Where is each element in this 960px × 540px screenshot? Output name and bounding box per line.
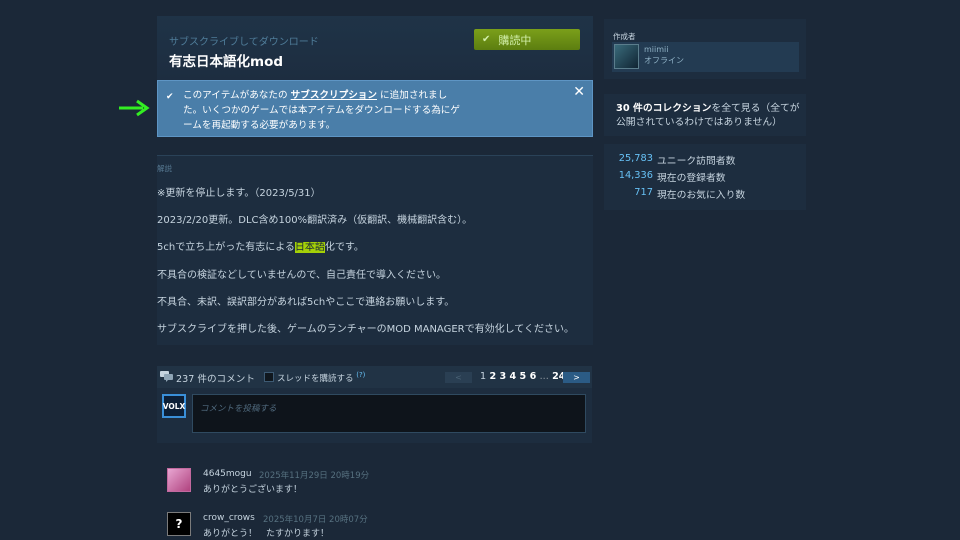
stat-label: ユニーク訪問者数 bbox=[657, 156, 736, 167]
comment-text: ありがとう！ たすかります！ bbox=[203, 529, 330, 539]
collections-link[interactable]: 30 件のコレクションを全て見る（全てが公開されているわけではありません） bbox=[616, 102, 801, 130]
stat-label: 現在のお気に入り数 bbox=[657, 190, 746, 201]
author-name[interactable]: miimii bbox=[644, 45, 668, 54]
comment-author[interactable]: crow_crows bbox=[203, 513, 255, 523]
check-icon: ✔ bbox=[166, 92, 174, 102]
author-row[interactable]: miimii オフライン bbox=[612, 42, 799, 72]
subscription-notice: ✔ このアイテムがあなたの サブスクリプション に追加されました。いくつかのゲー… bbox=[157, 80, 593, 137]
page-ellipsis: ... bbox=[539, 371, 549, 382]
page-link[interactable]: 4 bbox=[510, 371, 517, 382]
stat-label: 現在の登録者数 bbox=[657, 173, 726, 184]
description-line: 不具合の検証などしていませんので、自己責任で導入ください。 bbox=[157, 270, 446, 281]
description-line: 不具合、未訳、誤訳部分があれば5chやここで連絡お願いします。 bbox=[157, 297, 455, 308]
stat-row: 717 現在のお気に入り数 bbox=[604, 187, 806, 201]
header-subtitle: サブスクライブしてダウンロード bbox=[169, 37, 319, 48]
comment-date: 2025年11月29日 20時19分 bbox=[259, 471, 370, 481]
stat-row: 25,783 ユニーク訪問者数 bbox=[604, 153, 806, 167]
page-current: 1 bbox=[480, 371, 487, 382]
description-label: 解説 bbox=[157, 164, 172, 173]
comment-icon bbox=[160, 371, 173, 382]
comments-header: 237 件のコメント スレッドを購読する (?) < 1 2 3 4 5 6 .… bbox=[157, 366, 592, 388]
comment-date: 2025年10月7日 20時07分 bbox=[263, 515, 368, 525]
comment: 4645mogu 2025年11月29日 20時19分 ありがとうございます！ bbox=[167, 468, 587, 498]
subscribe-thread-label[interactable]: スレッドを購読する (?) bbox=[277, 371, 365, 384]
stat-value: 25,783 bbox=[618, 153, 653, 164]
item-header: サブスクライブしてダウンロード 有志日本語化mod ✔ 購読中 bbox=[157, 16, 593, 80]
comment-text: ありがとうございます！ bbox=[203, 485, 303, 495]
highlighted-text: 日本語 bbox=[294, 242, 325, 253]
item-title: 有志日本語化mod bbox=[169, 54, 284, 70]
pagination: 1 2 3 4 5 6 ... 24 bbox=[480, 371, 565, 382]
description-section: 解説 ※更新を停止します。（2023/5/31） 2023/2/20更新。DLC… bbox=[157, 155, 593, 345]
page-link[interactable]: 6 bbox=[530, 371, 537, 382]
comment-author[interactable]: 4645mogu bbox=[203, 469, 252, 479]
comment: ? crow_crows 2025年10月7日 20時07分 ありがとう！ たす… bbox=[167, 512, 587, 540]
comment-count: 237 件のコメント bbox=[176, 374, 255, 385]
page-link[interactable]: 3 bbox=[499, 371, 506, 382]
collections-panel[interactable]: 30 件のコレクションを全て見る（全てが公開されているわけではありません） bbox=[604, 94, 806, 136]
notice-text: このアイテムがあなたの サブスクリプション に追加されました。いくつかのゲームで… bbox=[183, 90, 460, 131]
close-icon[interactable]: ✕ bbox=[573, 84, 585, 100]
page-link[interactable]: 5 bbox=[520, 371, 527, 382]
page-link[interactable]: 2 bbox=[489, 371, 496, 382]
avatar[interactable]: ? bbox=[167, 512, 191, 536]
green-arrow-icon bbox=[119, 99, 150, 117]
comment-form: VOLX コメントを投稿する bbox=[157, 388, 592, 443]
avatar[interactable]: VOLX bbox=[162, 394, 186, 418]
author-panel: 作成者 miimii オフライン bbox=[604, 19, 806, 79]
stats-panel: 25,783 ユニーク訪問者数 14,336 現在の登録者数 717 現在のお気… bbox=[604, 144, 806, 210]
stat-row: 14,336 現在の登録者数 bbox=[604, 170, 806, 184]
comment-input[interactable]: コメントを投稿する bbox=[192, 394, 586, 433]
avatar[interactable] bbox=[614, 44, 639, 69]
avatar[interactable] bbox=[167, 468, 191, 492]
subscribed-label: 購読中 bbox=[498, 33, 532, 47]
help-link[interactable]: (?) bbox=[356, 371, 365, 379]
description-line: サブスクライブを押した後、ゲームのランチャーのMOD MANAGERで有効化して… bbox=[157, 324, 575, 335]
check-icon: ✔ bbox=[482, 34, 491, 45]
prev-page-button[interactable]: < bbox=[445, 372, 472, 383]
author-status: オフライン bbox=[644, 56, 684, 65]
subscribe-thread-checkbox[interactable] bbox=[264, 372, 274, 382]
next-page-button[interactable]: > bbox=[563, 372, 590, 383]
description-line: 5chで立ち上がった有志による日本語化です。 bbox=[157, 242, 364, 253]
stat-value: 717 bbox=[634, 187, 653, 198]
subscription-link[interactable]: サブスクリプション bbox=[291, 90, 377, 101]
description-line: ※更新を停止します。（2023/5/31） bbox=[157, 188, 321, 199]
subscribed-button[interactable]: ✔ 購読中 bbox=[474, 29, 580, 50]
stat-value: 14,336 bbox=[618, 170, 653, 181]
description-line: 2023/2/20更新。DLC含め100%翻訳済み（仮翻訳、機械翻訳含む）。 bbox=[157, 215, 473, 226]
author-label: 作成者 bbox=[613, 32, 636, 41]
